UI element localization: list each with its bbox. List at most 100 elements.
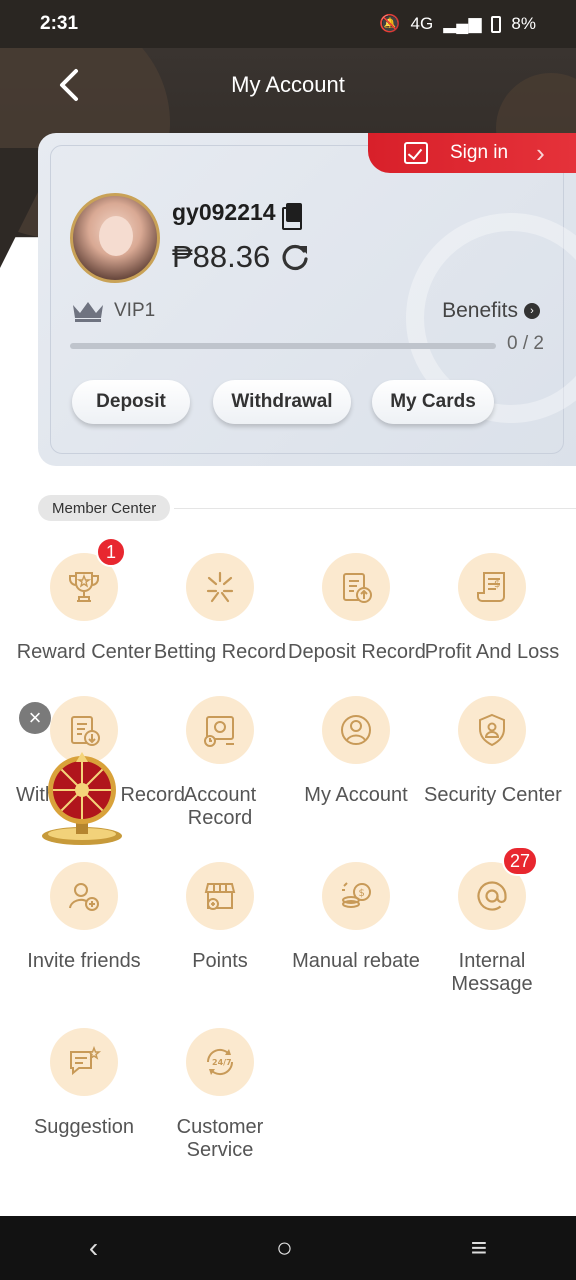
divider (174, 508, 576, 509)
vip-progress-bar (70, 343, 496, 349)
chevron-left-icon (60, 69, 78, 101)
menu-item-account-record[interactable]: Account Record (152, 696, 288, 830)
lucky-wheel-icon (42, 752, 122, 845)
menu-item-internal-message[interactable]: 27 Internal Message (424, 846, 560, 996)
menu-item-betting-record[interactable]: Betting Record (152, 553, 288, 664)
icon-circle: $ (322, 862, 390, 930)
icon-circle (186, 696, 254, 764)
username-row: gy092214 (172, 199, 302, 230)
user-icon (341, 715, 371, 745)
system-recents-icon[interactable]: ≡ (471, 1232, 487, 1264)
menu-item-label: Suggestion (33, 1116, 135, 1138)
system-back-icon[interactable]: ‹ (89, 1232, 98, 1264)
status-indicators: 🔕 4G ▂▄▆ 8% (379, 14, 536, 34)
icon-circle: 1 (50, 537, 126, 621)
at-icon (477, 881, 507, 911)
icon-circle (458, 696, 526, 764)
menu-item-customer-service[interactable]: 24/7 Customer Service (152, 1028, 288, 1162)
icon-circle (50, 1028, 118, 1096)
menu-item-label: Account Record (183, 784, 257, 829)
account-record-icon (204, 716, 234, 747)
menu-item-label: Manual rebate (292, 950, 420, 972)
menu-item-label: Betting Record (153, 641, 287, 663)
svg-text:24/7: 24/7 (212, 1058, 232, 1067)
menu-item-reward-center[interactable]: 1 Reward Center (16, 537, 152, 664)
menu-item-profit-and-loss[interactable]: $ Profit And Loss (424, 553, 560, 664)
nav-bar: My Account (0, 48, 576, 122)
menu-item-label: My Account (304, 784, 408, 806)
menu-item-suggestion[interactable]: Suggestion (16, 1028, 152, 1139)
benefits-link[interactable]: Benefits › (442, 299, 540, 323)
copy-icon[interactable] (281, 203, 302, 230)
menu-item-security-center[interactable]: Security Center (424, 696, 562, 807)
menu-item-points[interactable]: Points (152, 862, 288, 973)
chevron-right-icon: › (536, 137, 545, 168)
system-home-icon[interactable]: ○ (276, 1232, 293, 1264)
menu-item-deposit-record[interactable]: Deposit Record (288, 553, 426, 664)
menu-item-label: Internal Message (451, 950, 533, 995)
svg-text:$: $ (359, 888, 365, 899)
menu-item-label: Invite friends (27, 950, 141, 972)
vip-level: VIP1 (114, 300, 156, 321)
withdrawal-button[interactable]: Withdrawal (213, 380, 351, 424)
lucky-wheel-float[interactable] (40, 752, 124, 848)
battery-icon (491, 15, 502, 33)
sign-in-button[interactable]: Sign in › (368, 133, 576, 173)
menu-item-invite-friends[interactable]: Invite friends (16, 862, 152, 973)
menu-item-label: Customer Service (176, 1116, 264, 1161)
arrow-right-icon: › (524, 303, 540, 319)
deposit-button[interactable]: Deposit (72, 380, 190, 424)
member-center-label: Member Center (38, 495, 171, 521)
icon-circle: 27 (458, 846, 538, 930)
avatar-face (99, 216, 133, 256)
vip-row: VIP1 (70, 299, 155, 323)
icon-circle (50, 862, 118, 930)
balance-row: ₱88.36 (172, 239, 310, 275)
menu-item-my-account[interactable]: My Account (288, 696, 424, 807)
account-card: Sign in › gy092214 ₱88.36 VIP1 Benefits … (38, 133, 576, 466)
my-cards-button[interactable]: My Cards (372, 380, 494, 424)
menu-item-label: Deposit Record (288, 641, 426, 663)
invite-icon (69, 883, 99, 911)
signal-icon: ▂▄▆ (443, 14, 482, 33)
icon-circle (186, 862, 254, 930)
network-label: 4G (410, 14, 434, 33)
icon-circle (322, 553, 390, 621)
page-title: My Account (231, 72, 345, 97)
battery-percent: 8% (511, 14, 536, 33)
icon-circle: $ (458, 553, 526, 621)
vip-progress-text: 0 / 2 (507, 333, 544, 354)
back-button[interactable] (52, 66, 86, 104)
system-navigation-bar: ‹ ○ ≡ (0, 1216, 576, 1280)
icon-circle (186, 553, 254, 621)
status-time: 2:31 (40, 13, 79, 34)
icon-circle (322, 696, 390, 764)
withdrawal-record-icon (71, 716, 100, 746)
menu-item-label: Points (192, 950, 248, 972)
mute-icon: 🔕 (379, 14, 401, 33)
deposit-record-icon (343, 573, 372, 603)
checkbox-icon (404, 142, 428, 164)
menu-item-label: Reward Center (16, 641, 152, 663)
menu-item-label: Profit And Loss (424, 641, 560, 663)
avatar[interactable] (70, 193, 160, 283)
menu-item-label: Security Center (424, 784, 562, 806)
trophy-icon (69, 572, 99, 602)
svg-text:$: $ (494, 579, 500, 590)
benefits-label: Benefits (442, 299, 518, 322)
suggestion-icon (70, 1045, 102, 1076)
close-floating-button[interactable]: × (19, 702, 51, 734)
sign-in-label: Sign in (450, 142, 509, 163)
coins-icon: $ (342, 882, 371, 908)
username: gy092214 (172, 199, 276, 225)
support-24-7-icon: 24/7 (206, 1048, 234, 1076)
refresh-icon[interactable] (280, 242, 310, 272)
icon-circle: 24/7 (186, 1028, 254, 1096)
menu-item-manual-rebate[interactable]: $ Manual rebate (288, 862, 424, 973)
shield-icon (479, 713, 505, 747)
notification-badge: 27 (501, 846, 538, 876)
profit-loss-icon: $ (477, 572, 505, 602)
crown-icon (73, 302, 103, 322)
status-bar: 2:31 🔕 4G ▂▄▆ 8% (0, 0, 576, 48)
betting-icon (206, 571, 234, 603)
